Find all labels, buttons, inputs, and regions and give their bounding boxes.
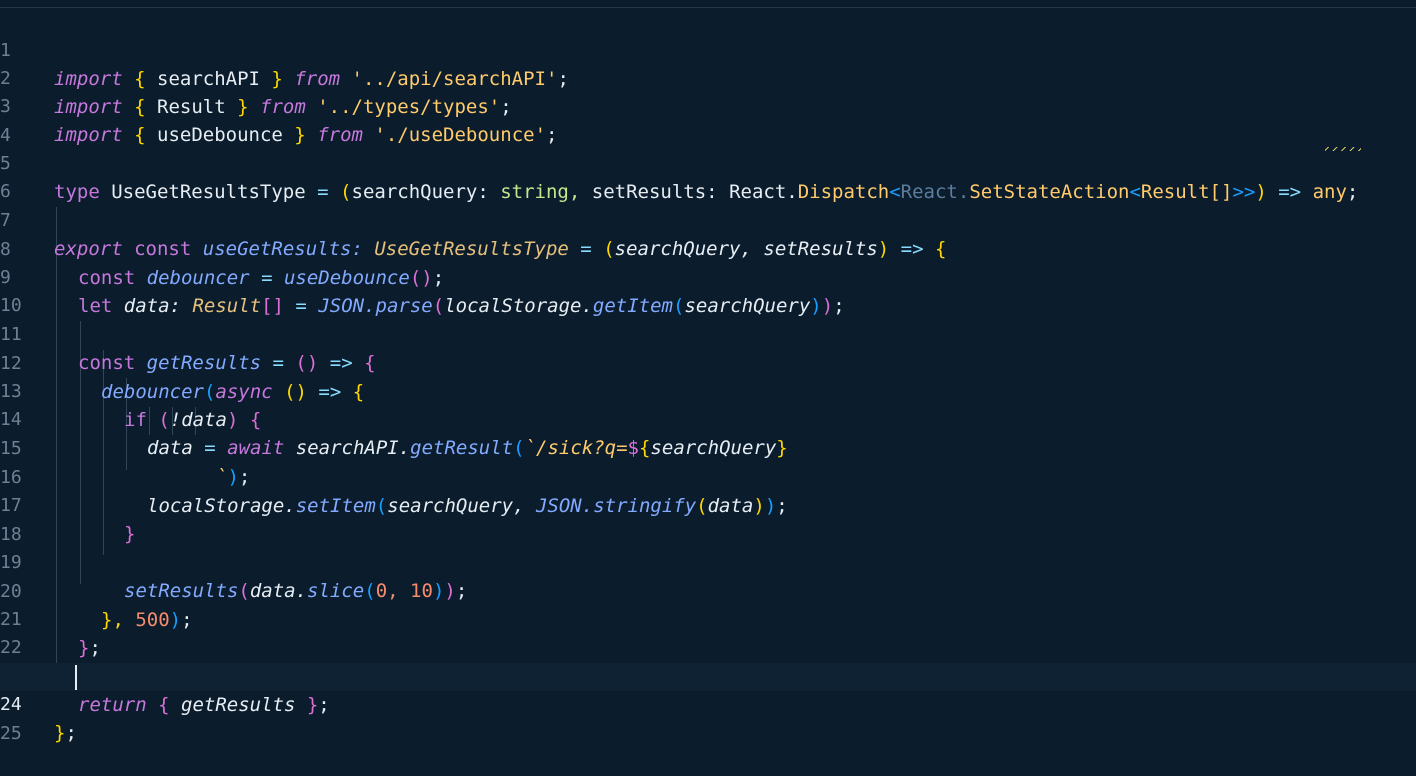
code-editor[interactable]: 1 import { searchAPI } from '../api/sear… [0, 0, 1416, 744]
code-line[interactable]: 25 [0, 692, 1416, 744]
code-line[interactable]: 10 [0, 264, 1416, 316]
code-line[interactable]: 15 `); [0, 407, 1416, 488]
code-line[interactable]: 20 }, 500); [0, 550, 1416, 631]
code-line[interactable]: 17 } [0, 464, 1416, 545]
code-line[interactable]: 14 data = await searchAPI.getResult(`/si… [0, 378, 1416, 459]
code-line[interactable]: 6 [0, 150, 1416, 202]
code-line[interactable]: 22 [0, 606, 1416, 658]
code-line[interactable]: 4 [0, 94, 1416, 146]
code-line[interactable]: 9 let data: Result[] = JSON.parse(localS… [0, 236, 1416, 317]
code-line[interactable]: 3 import { useDebounce } from './useDebo… [0, 65, 1416, 146]
code-line[interactable]: 11 const getResults = () => { [0, 293, 1416, 374]
code-line[interactable]: 12 debouncer(async () => { [0, 322, 1416, 403]
code-line[interactable]: 16 localStorage.setItem(searchQuery, JSO… [0, 436, 1416, 517]
code-line[interactable]: 7 export const useGetResults: UseGetResu… [0, 179, 1416, 260]
editor-top-edge [0, 0, 1416, 8]
code-line[interactable]: 18 [0, 493, 1416, 545]
code-line[interactable]: 5 type UseGetResultsType = (searchQuery:… [0, 122, 1416, 203]
text-cursor [75, 665, 77, 690]
code-line[interactable]: 13 if (!data) { [0, 350, 1416, 431]
code-line[interactable]: 2 import { Result } from '../types/types… [0, 37, 1416, 118]
code-line[interactable]: 19 setResults(data.slice(0, 10)); [0, 521, 1416, 602]
code-line[interactable]: 23 return { getResults }; [0, 635, 1416, 716]
code-line-current[interactable]: 24 }; [0, 663, 1416, 744]
code-line[interactable]: 1 import { searchAPI } from '../api/sear… [0, 9, 1416, 90]
warning-squiggle[interactable] [1325, 147, 1361, 151]
code-line[interactable]: 21 }; [0, 578, 1416, 659]
code-line[interactable]: 8 const debouncer = useDebounce(); [0, 208, 1416, 289]
line-number: 25 [0, 723, 22, 744]
